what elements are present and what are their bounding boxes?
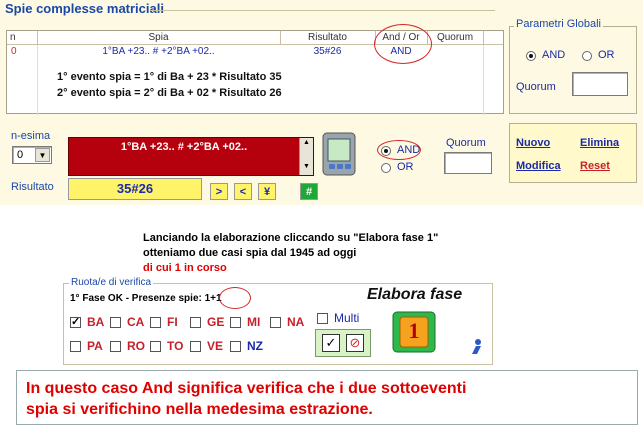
cell-spia: 1°BA +23.. # +2°BA +02..: [102, 46, 215, 57]
risultato-label: Risultato: [11, 181, 54, 193]
risultato-input[interactable]: 35#26: [68, 178, 202, 200]
col-n[interactable]: n: [10, 32, 30, 43]
ruota-checkbox-ve[interactable]: [190, 341, 201, 352]
and-highlight-circle: [377, 140, 421, 160]
ruota-checkbox-ro[interactable]: [110, 341, 121, 352]
editor-quorum-label: Quorum: [446, 137, 486, 149]
spia-editor[interactable]: 1°BA +23.. # +2°BA +02.. ▲ ▼: [68, 137, 314, 176]
ruota-checkbox-ge[interactable]: [190, 317, 201, 328]
spia-editor-text: 1°BA +23.. # +2°BA +02..: [120, 141, 248, 153]
ruota-label-pa: PA: [87, 339, 103, 353]
ruota-label-ro: RO: [127, 339, 145, 353]
footer-line-2: spia si verifichino nella medesima estra…: [26, 401, 373, 418]
ruota-label-ge: GE: [207, 315, 225, 329]
desc-line-2: 2° evento spia = 2° di Ba + 02 * Risulta…: [57, 87, 282, 99]
ruota-legend: Ruota/e di verifica: [69, 277, 154, 288]
note-line-2: otteniamo due casi spia dal 1945 ad oggi: [143, 247, 357, 259]
col-spia[interactable]: Spia: [37, 32, 280, 43]
parametri-legend: Parametri Globali: [514, 18, 603, 30]
presenze-highlight-circle: [219, 287, 251, 309]
global-quorum-input[interactable]: [572, 72, 628, 96]
editor-quorum-input[interactable]: [444, 152, 492, 174]
global-and-radio[interactable]: [526, 51, 536, 61]
btn-yen[interactable]: ¥: [258, 183, 276, 200]
panel-title: Spie complesse matriciali: [5, 1, 164, 16]
ruota-label-ve: VE: [207, 339, 224, 353]
ruota-checkbox-ba[interactable]: [70, 315, 81, 328]
ruota-label-na: NA: [287, 315, 305, 329]
elimina-link[interactable]: Elimina: [580, 137, 619, 149]
modifica-link[interactable]: Modifica: [516, 160, 561, 172]
ruota-checkbox-na[interactable]: [270, 317, 281, 328]
info-icon[interactable]: [466, 337, 486, 357]
nuovo-link[interactable]: Nuovo: [516, 137, 550, 149]
scroll-down-icon[interactable]: ▼: [300, 162, 313, 172]
btn-hash[interactable]: #: [300, 183, 318, 200]
ruota-checkbox-pa[interactable]: [70, 341, 81, 352]
col-risultato[interactable]: Risultato: [280, 32, 375, 43]
title-divider: [150, 10, 495, 11]
highlight-circle: [374, 24, 432, 64]
ruota-checkbox-nz[interactable]: [230, 341, 241, 352]
ruota-label-mi: MI: [247, 315, 261, 329]
global-or-radio[interactable]: [582, 51, 592, 61]
ruota-label-nz: NZ: [247, 339, 263, 353]
confirm-check-icon[interactable]: ✓: [322, 334, 340, 352]
ruota-checkbox-mi[interactable]: [230, 317, 241, 328]
global-quorum-label: Quorum: [516, 81, 556, 93]
nesima-value: 0: [17, 149, 24, 161]
confirm-box: ✓ ⊘: [315, 329, 371, 357]
desc-line-1: 1° evento spia = 1° di Ba + 23 * Risulta…: [57, 71, 282, 83]
ruota-checkbox-to[interactable]: [150, 341, 161, 352]
global-and-label: AND: [542, 49, 566, 61]
multi-label: Multi: [334, 311, 360, 325]
scroll-up-icon[interactable]: ▲: [300, 138, 313, 148]
cell-risultato: 35#26: [313, 46, 342, 57]
nesima-label: n-esima: [11, 130, 51, 142]
fase-status: 1° Fase OK - Presenze spie: 1+1: [70, 293, 222, 304]
footer-line-1: In questo caso And significa verifica ch…: [26, 380, 467, 397]
ruota-label-fi: FI: [167, 315, 178, 329]
cell-n: 0: [11, 46, 17, 57]
ruota-checkbox-fi[interactable]: [150, 317, 161, 328]
scrollbar[interactable]: ▲ ▼: [299, 138, 313, 175]
cancel-icon[interactable]: ⊘: [346, 334, 364, 352]
col-quorum[interactable]: Quorum: [427, 32, 483, 43]
ruota-label-to: TO: [167, 339, 184, 353]
note-line-1: Lanciando la elaborazione cliccando su "…: [143, 232, 439, 244]
ruota-label-ba: BA: [87, 315, 105, 329]
editor-or-label: OR: [397, 161, 414, 173]
note-line-3: di cui 1 in corso: [143, 262, 227, 274]
actions-box: [509, 123, 637, 183]
editor-or-radio[interactable]: [381, 163, 391, 173]
btn-lt[interactable]: <: [234, 183, 252, 200]
multi-checkbox[interactable]: [317, 313, 328, 324]
ruota-checkbox-ca[interactable]: [110, 317, 121, 328]
reset-link[interactable]: Reset: [580, 160, 610, 172]
pda-icon[interactable]: [320, 131, 358, 177]
nesima-select[interactable]: 0 ▼: [12, 146, 52, 164]
global-or-label: OR: [598, 49, 615, 61]
parametri-globali-group: [509, 26, 637, 114]
btn-gt[interactable]: >: [210, 183, 228, 200]
ruota-label-ca: CA: [127, 315, 145, 329]
elabora-label: Elabora fase: [367, 286, 463, 303]
badge-number: 1: [408, 318, 420, 343]
elabora-fase-1-button[interactable]: 1: [390, 309, 438, 355]
chevron-down-icon[interactable]: ▼: [35, 148, 50, 162]
